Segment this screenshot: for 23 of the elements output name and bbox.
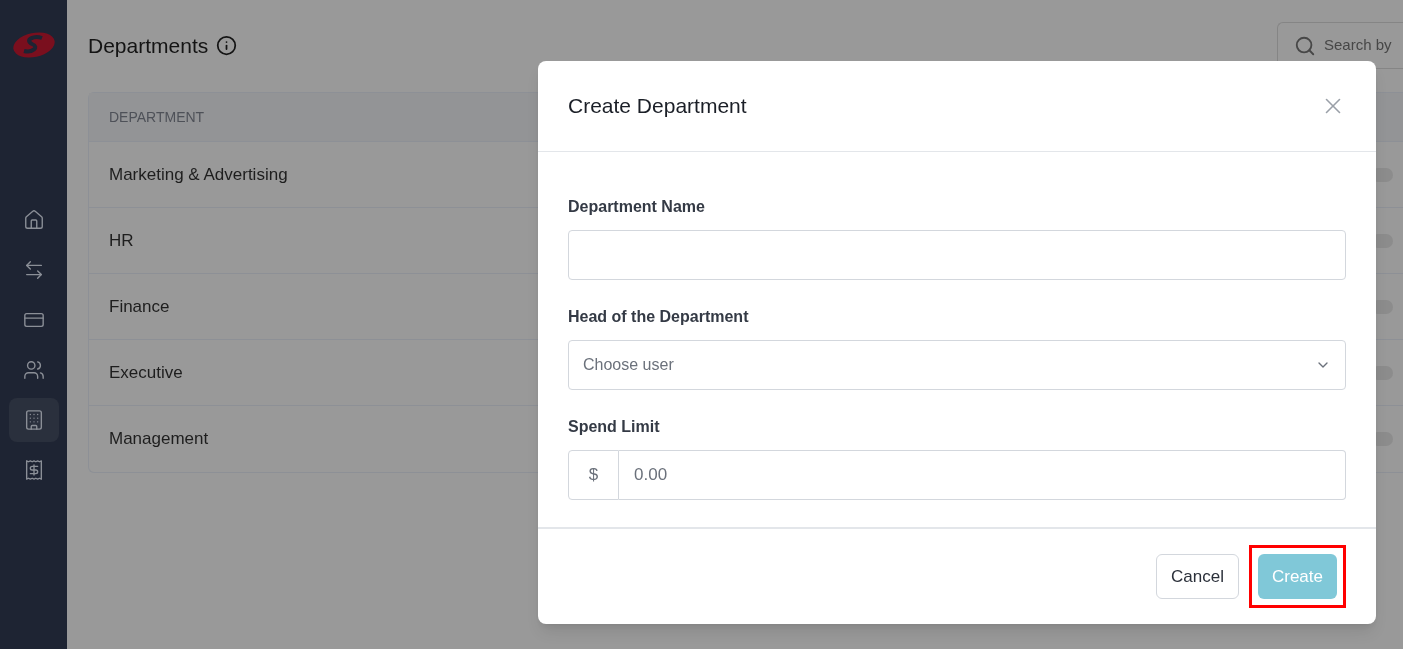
department-name: Finance	[109, 295, 170, 318]
cancel-button[interactable]: Cancel	[1156, 554, 1239, 599]
search-icon	[1294, 34, 1316, 57]
sidebar-item[interactable]	[8, 398, 59, 442]
page-title: Departments	[88, 32, 209, 59]
info-icon[interactable]	[216, 35, 238, 56]
department-name: HR	[109, 229, 134, 252]
field-label: Spend Limit	[568, 417, 661, 437]
department-name: Management	[109, 428, 209, 451]
search-placeholder: Search by	[1324, 35, 1392, 56]
select-field[interactable]: Choose user	[568, 340, 1346, 390]
users-icon	[22, 359, 45, 381]
field-label: Head of the Department	[568, 307, 750, 327]
logo-icon	[11, 32, 56, 58]
currency-prefix: $	[568, 450, 619, 500]
text-field[interactable]	[568, 230, 1346, 280]
amount-field[interactable]: 0.00	[619, 450, 1346, 500]
column-header: DEPARTMENT	[109, 107, 205, 127]
home-icon	[22, 209, 45, 231]
department-name: Marketing & Advertising	[109, 163, 288, 186]
dialog-title: Create Department	[568, 93, 747, 120]
field-label: Department Name	[568, 197, 706, 217]
department-name: Executive	[109, 361, 183, 384]
